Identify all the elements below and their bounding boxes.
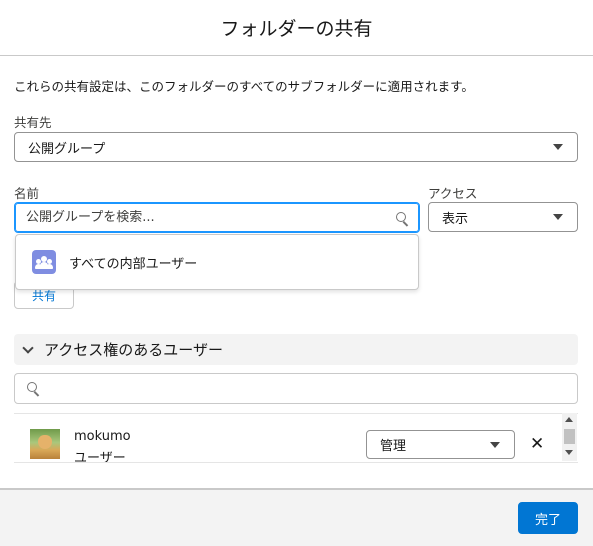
access-label: アクセス (428, 186, 478, 201)
section-title: アクセス権のあるユーザー (44, 341, 223, 359)
share-with-value: 公開グループ (28, 141, 106, 157)
access-value: 表示 (442, 211, 469, 227)
share-with-label: 共有先 (14, 115, 52, 130)
users-with-access-section[interactable]: アクセス権のあるユーザー (14, 334, 578, 365)
remove-user-close-icon[interactable]: ✕ (530, 436, 544, 453)
group-search-input[interactable] (26, 210, 386, 225)
chevron-down-icon (553, 214, 563, 220)
dropdown-option-all-internal-users[interactable]: すべての内部ユーザー (15, 234, 419, 290)
share-folder-modal: フォルダーの共有 これらの共有設定は、このフォルダーのすべてのサブフォルダーに適… (0, 0, 593, 546)
user-access-select[interactable]: 管理 (366, 430, 515, 459)
scroll-thumb[interactable] (564, 429, 575, 444)
chevron-down-icon (490, 441, 500, 448)
modal-footer: 完了 (0, 488, 593, 546)
chevron-down-icon (553, 144, 563, 150)
name-label: 名前 (14, 186, 40, 201)
modal-body: これらの共有設定は、このフォルダーのすべてのサブフォルダーに適用されます。 共有… (0, 57, 593, 488)
user-access-value: 管理 (380, 439, 407, 454)
user-search-field[interactable] (14, 373, 578, 404)
user-list-scrollbar[interactable] (562, 413, 577, 461)
chevron-down-icon (22, 341, 34, 354)
dropdown-option-label: すべての内部ユーザー (69, 256, 198, 272)
share-with-select[interactable]: 公開グループ (14, 132, 578, 162)
modal-header: フォルダーの共有 (0, 0, 593, 56)
search-icon (27, 382, 41, 397)
description-text: これらの共有設定は、このフォルダーのすべてのサブフォルダーに適用されます。 (14, 79, 474, 94)
user-list: mokumo ユーザー 管理 ✕ (14, 413, 578, 463)
avatar (30, 429, 60, 459)
search-icon (396, 212, 410, 227)
user-search-input[interactable] (49, 380, 549, 395)
user-type: ユーザー (74, 451, 126, 463)
scroll-down-arrow-icon[interactable] (565, 450, 573, 455)
done-button[interactable]: 完了 (518, 502, 578, 534)
group-icon (32, 250, 56, 274)
group-search-field[interactable] (14, 202, 420, 233)
access-select[interactable]: 表示 (428, 202, 578, 232)
modal-title: フォルダーの共有 (220, 18, 373, 40)
scroll-up-arrow-icon[interactable] (565, 417, 573, 422)
user-name: mokumo (74, 429, 131, 444)
